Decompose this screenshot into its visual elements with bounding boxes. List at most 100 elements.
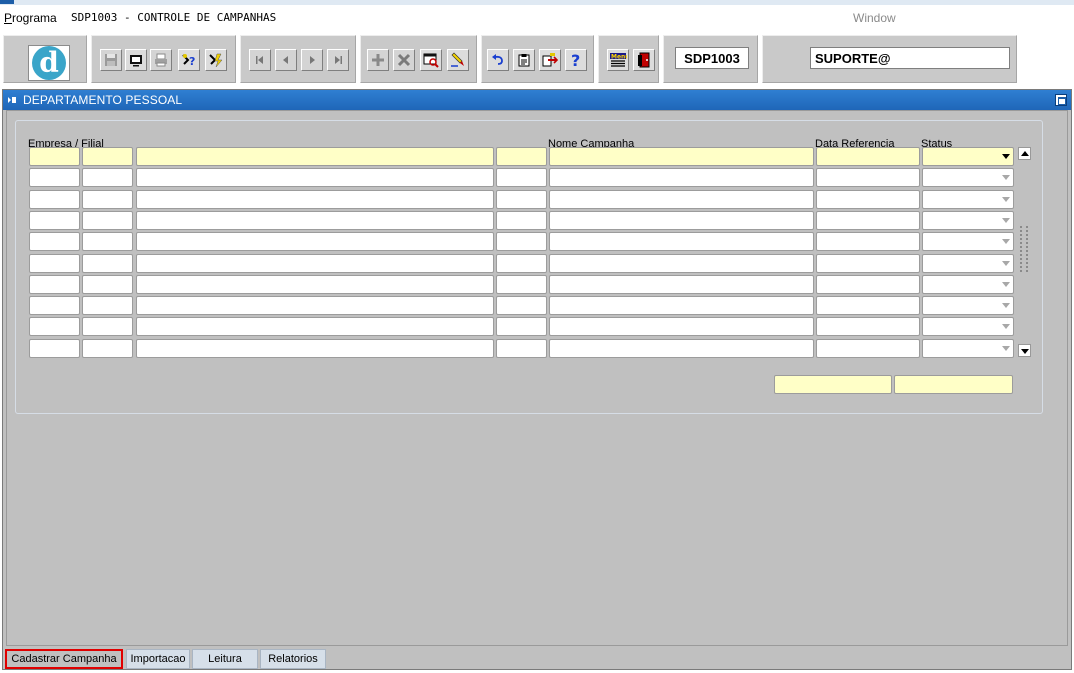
codigo-field[interactable]	[496, 274, 547, 294]
descricao-field[interactable]	[136, 168, 494, 188]
query-help-button[interactable]: ?	[178, 49, 200, 71]
descricao-field[interactable]	[136, 274, 494, 294]
chevron-down-icon[interactable]	[999, 192, 1012, 207]
data-referencia-field[interactable]	[816, 274, 920, 294]
exit-button[interactable]	[633, 49, 655, 71]
descricao-field[interactable]	[136, 296, 494, 316]
empresa-field[interactable]	[29, 296, 80, 316]
export-button[interactable]	[539, 49, 561, 71]
status-field[interactable]	[922, 168, 1014, 188]
status-field[interactable]	[922, 296, 1014, 316]
chevron-down-icon[interactable]	[999, 319, 1012, 334]
grid-scrollbar[interactable]	[1017, 146, 1032, 359]
data-referencia-field[interactable]	[816, 147, 920, 166]
empresa-field[interactable]	[29, 274, 80, 294]
delete-record-button[interactable]	[393, 49, 415, 71]
empresa-field[interactable]	[29, 338, 80, 358]
nome-campanha-field[interactable]	[549, 338, 814, 358]
edit-button[interactable]	[447, 49, 469, 71]
nome-campanha-field[interactable]	[549, 317, 814, 337]
data-referencia-field[interactable]	[816, 232, 920, 252]
codigo-field[interactable]	[496, 147, 547, 166]
codigo-field[interactable]	[496, 338, 547, 358]
summary-field-2[interactable]	[894, 375, 1013, 394]
data-referencia-field[interactable]	[816, 168, 920, 188]
chevron-down-icon[interactable]	[999, 298, 1012, 313]
summary-field-1[interactable]	[774, 375, 892, 394]
codigo-field[interactable]	[496, 317, 547, 337]
nome-campanha-field[interactable]	[549, 168, 814, 188]
data-referencia-field[interactable]	[816, 338, 920, 358]
empresa-field[interactable]	[29, 210, 80, 230]
filial-field[interactable]	[82, 189, 133, 209]
chevron-down-icon[interactable]	[999, 341, 1012, 356]
undo-button[interactable]	[487, 49, 509, 71]
filial-field[interactable]	[82, 317, 133, 337]
codigo-field[interactable]	[496, 296, 547, 316]
data-referencia-field[interactable]	[816, 210, 920, 230]
empresa-field[interactable]	[29, 253, 80, 273]
data-referencia-field[interactable]	[816, 253, 920, 273]
status-field[interactable]	[922, 189, 1014, 209]
empresa-field[interactable]	[29, 317, 80, 337]
filial-field[interactable]	[82, 210, 133, 230]
chevron-down-icon[interactable]	[999, 170, 1012, 185]
nome-campanha-field[interactable]	[549, 210, 814, 230]
nome-campanha-field[interactable]	[549, 232, 814, 252]
descricao-field[interactable]	[136, 253, 494, 273]
empresa-field[interactable]	[29, 189, 80, 209]
tab-leitura[interactable]: Leitura	[192, 649, 258, 669]
nome-campanha-field[interactable]	[549, 274, 814, 294]
maximize-icon[interactable]	[1055, 94, 1067, 106]
last-record-button[interactable]	[327, 49, 349, 71]
tab-relatorios[interactable]: Relatorios	[260, 649, 326, 669]
codigo-field[interactable]	[496, 232, 547, 252]
status-field[interactable]	[922, 274, 1014, 294]
filial-field[interactable]	[82, 296, 133, 316]
status-field[interactable]	[922, 232, 1014, 252]
descricao-field[interactable]	[136, 232, 494, 252]
insert-record-button[interactable]	[367, 49, 389, 71]
save-button[interactable]	[100, 49, 122, 71]
screen-button[interactable]	[125, 49, 147, 71]
chevron-down-icon[interactable]	[999, 234, 1012, 249]
descricao-field[interactable]	[136, 338, 494, 358]
clipboard-button[interactable]	[513, 49, 535, 71]
descricao-field[interactable]	[136, 147, 494, 166]
filial-field[interactable]	[82, 168, 133, 188]
scroll-up-arrow[interactable]	[1018, 147, 1031, 160]
descricao-field[interactable]	[136, 210, 494, 230]
codigo-field[interactable]	[496, 189, 547, 209]
empresa-field[interactable]	[29, 147, 80, 166]
print-button[interactable]	[150, 49, 172, 71]
empresa-field[interactable]	[29, 232, 80, 252]
codigo-field[interactable]	[496, 210, 547, 230]
filial-field[interactable]	[82, 232, 133, 252]
chevron-down-icon[interactable]	[999, 256, 1012, 271]
list-of-values-button[interactable]	[420, 49, 442, 71]
nome-campanha-field[interactable]	[549, 147, 814, 166]
data-referencia-field[interactable]	[816, 317, 920, 337]
codigo-field[interactable]	[496, 168, 547, 188]
execute-query-button[interactable]	[205, 49, 227, 71]
codigo-field[interactable]	[496, 253, 547, 273]
descricao-field[interactable]	[136, 189, 494, 209]
chevron-down-icon[interactable]	[999, 277, 1012, 292]
scroll-down-arrow[interactable]	[1018, 344, 1031, 357]
first-record-button[interactable]	[249, 49, 271, 71]
nome-campanha-field[interactable]	[549, 296, 814, 316]
status-field[interactable]	[922, 210, 1014, 230]
status-field[interactable]	[922, 338, 1014, 358]
next-record-button[interactable]	[301, 49, 323, 71]
menu-button[interactable]: Menu	[607, 49, 629, 71]
data-referencia-field[interactable]	[816, 189, 920, 209]
nome-campanha-field[interactable]	[549, 253, 814, 273]
scroll-thumb-grip[interactable]	[1020, 226, 1028, 272]
filial-field[interactable]	[82, 274, 133, 294]
chevron-down-icon[interactable]	[999, 213, 1012, 228]
nome-campanha-field[interactable]	[549, 189, 814, 209]
descricao-field[interactable]	[136, 317, 494, 337]
status-field[interactable]	[922, 317, 1014, 337]
help-button[interactable]: ?	[565, 49, 587, 71]
filial-field[interactable]	[82, 147, 133, 166]
